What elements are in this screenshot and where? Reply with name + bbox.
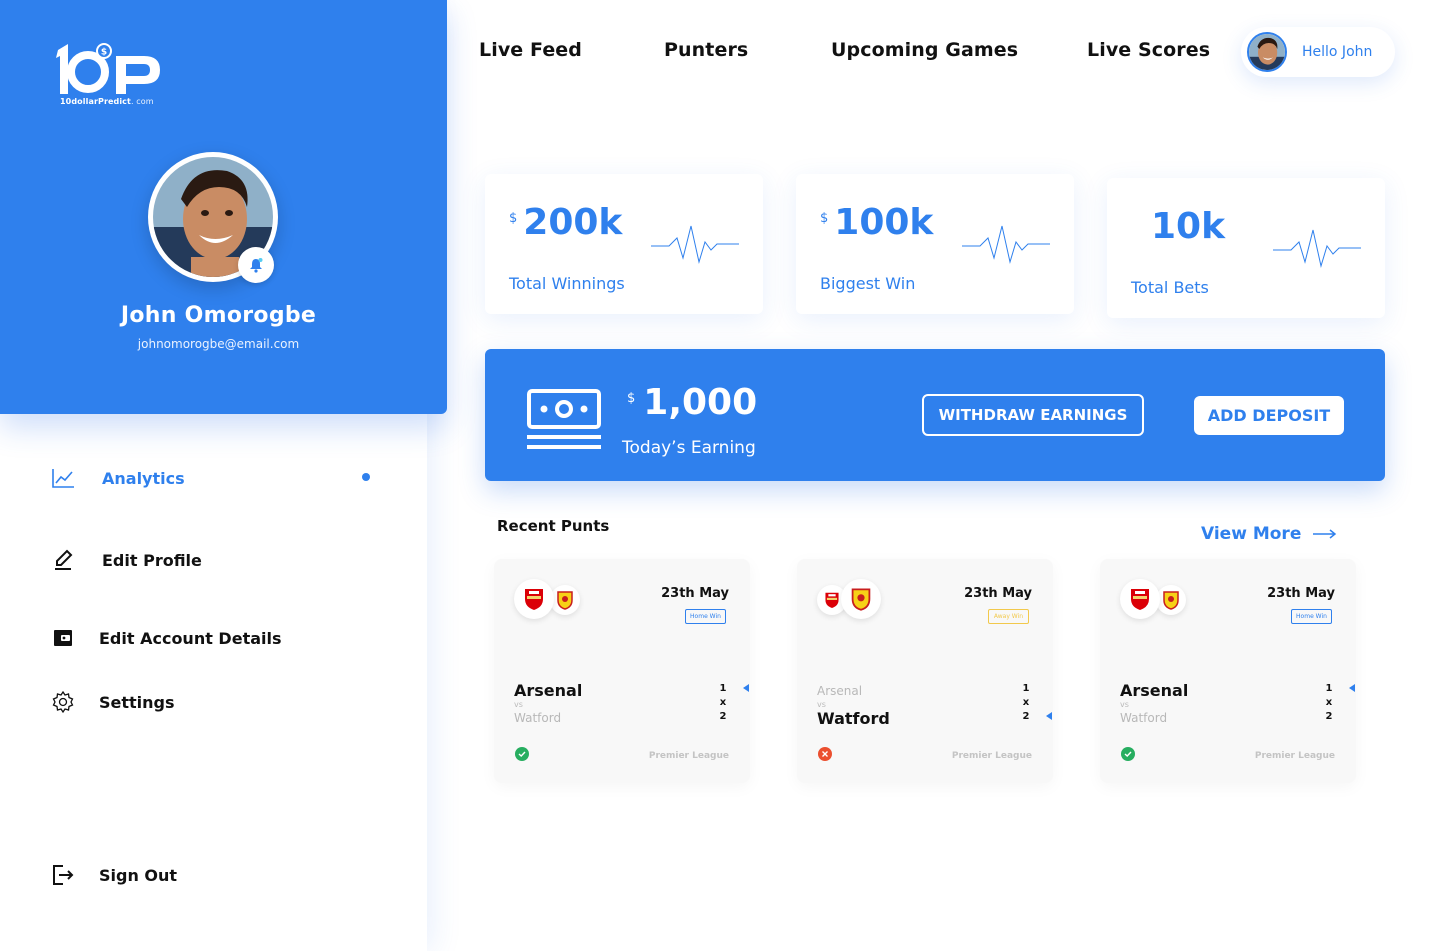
watford-crest-icon (841, 579, 881, 619)
arsenal-crest-icon (1120, 579, 1160, 619)
avatar (1247, 32, 1287, 72)
sidebar-item-analytics[interactable]: Analytics (48, 463, 185, 493)
punt-tag: Home Win (1291, 609, 1332, 624)
profile-email: johnomorogbe@email.com (137, 337, 300, 351)
odd-home: 1 (1022, 683, 1030, 694)
league-label: Premier League (951, 751, 1032, 761)
league-label: Premier League (1254, 751, 1335, 761)
versus-label: vs (1120, 700, 1129, 709)
sidebar-item-label: Analytics (102, 468, 185, 488)
win-check-icon (1121, 747, 1135, 761)
pulse-icon (1273, 229, 1361, 268)
odd-draw: x (1022, 697, 1030, 708)
greeting: Hello John (1302, 44, 1373, 60)
odd-away: 2 (1325, 711, 1333, 722)
profile-name: John Omorogbe (120, 303, 317, 328)
wallet-icon (48, 623, 78, 653)
stat-label: Biggest Win (820, 274, 916, 293)
gear-icon (48, 687, 78, 717)
pulse-icon (962, 225, 1050, 264)
notifications-button[interactable] (238, 247, 274, 283)
svg-text:$: $ (101, 48, 107, 58)
punt-date: 23th May (964, 586, 1032, 601)
stat-value: $100k (820, 202, 934, 243)
analytics-icon (48, 463, 78, 493)
earnings-label: Today’s Earning (622, 438, 756, 458)
odd-home: 1 (1325, 683, 1333, 694)
stat-value: $200k (509, 202, 623, 243)
recent-punts-title: Recent Punts (497, 517, 610, 535)
selection-pointer-icon (743, 684, 749, 692)
active-indicator (362, 473, 370, 481)
stat-value: 10k (1151, 206, 1226, 247)
odd-draw: x (719, 697, 727, 708)
punt-date: 23th May (1267, 586, 1335, 601)
stat-card-total-winnings: $200k Total Winnings (485, 174, 763, 314)
nav-live-feed[interactable]: Live Feed (479, 39, 582, 61)
home-team: Arsenal (817, 684, 863, 698)
earnings-banner: $1,000 Today’s Earning WITHDRAW EARNINGS… (485, 349, 1385, 481)
away-team: Watford (1120, 711, 1168, 725)
profile-panel: $ 10dollarPredict. com John Omorogbe joh (0, 0, 447, 414)
add-deposit-button[interactable]: ADD DEPOSIT (1194, 396, 1344, 435)
watford-crest-icon (550, 585, 580, 615)
versus-label: vs (514, 700, 523, 709)
view-more-label: View More (1201, 524, 1302, 544)
stat-card-biggest-win: $100k Biggest Win (796, 174, 1074, 314)
sign-out-icon (48, 860, 78, 890)
sidebar-item-edit-profile[interactable]: Edit Profile (48, 545, 202, 575)
loss-cross-icon (818, 747, 832, 761)
stat-card-total-bets: 10k Total Bets (1107, 178, 1385, 318)
away-team: Watford (817, 709, 890, 728)
punt-card[interactable]: 23th May Away Win Arsenal vs Watford 1 x… (797, 559, 1053, 783)
win-check-icon (515, 747, 529, 761)
sidebar-item-label: Edit Profile (102, 550, 202, 570)
nav-punters[interactable]: Punters (664, 39, 748, 61)
sign-out-label: Sign Out (99, 865, 178, 885)
away-team: Watford (514, 711, 562, 725)
user-menu[interactable]: Hello John (1241, 27, 1395, 77)
pencil-icon (48, 545, 78, 575)
punt-card[interactable]: 23th May Home Win Arsenal vs Watford 1 x… (1100, 559, 1356, 783)
odd-away: 2 (1022, 711, 1030, 722)
versus-label: vs (817, 700, 826, 709)
nav-upcoming-games[interactable]: Upcoming Games (831, 39, 1018, 61)
stat-label: Total Bets (1131, 278, 1209, 297)
sidebar-item-label: Settings (99, 692, 175, 712)
bell-icon (250, 258, 263, 273)
selection-pointer-icon (1349, 684, 1355, 692)
home-team: Arsenal (1120, 681, 1189, 700)
selection-pointer-icon (1046, 712, 1052, 720)
home-team: Arsenal (514, 681, 583, 700)
odd-home: 1 (719, 683, 727, 694)
league-label: Premier League (648, 751, 729, 761)
arsenal-crest-icon (514, 579, 554, 619)
earnings-value: $1,000 (627, 382, 758, 423)
sidebar-item-settings[interactable]: Settings (48, 687, 175, 717)
sign-out-button[interactable]: Sign Out (48, 860, 177, 890)
sidebar-item-label: Edit Account Details (99, 628, 282, 648)
odd-away: 2 (719, 711, 727, 722)
sidebar-item-edit-account[interactable]: Edit Account Details (48, 623, 282, 653)
nav-live-scores[interactable]: Live Scores (1087, 39, 1210, 61)
stat-label: Total Winnings (509, 274, 625, 293)
punt-card[interactable]: 23th May Home Win Arsenal vs Watford 1 x… (494, 559, 750, 783)
punt-date: 23th May (661, 586, 729, 601)
cash-icon (527, 389, 601, 449)
watford-crest-icon (1156, 585, 1186, 615)
brand-domain: 10dollarPredict. com (60, 97, 154, 106)
odd-draw: x (1325, 697, 1333, 708)
punt-tag: Home Win (685, 609, 726, 624)
pulse-icon (651, 225, 739, 264)
punt-tag: Away Win (988, 609, 1029, 624)
withdraw-earnings-button[interactable]: WITHDRAW EARNINGS (922, 394, 1144, 436)
view-more-link[interactable]: View More (1201, 524, 1337, 544)
arrow-right-icon (1313, 529, 1337, 539)
